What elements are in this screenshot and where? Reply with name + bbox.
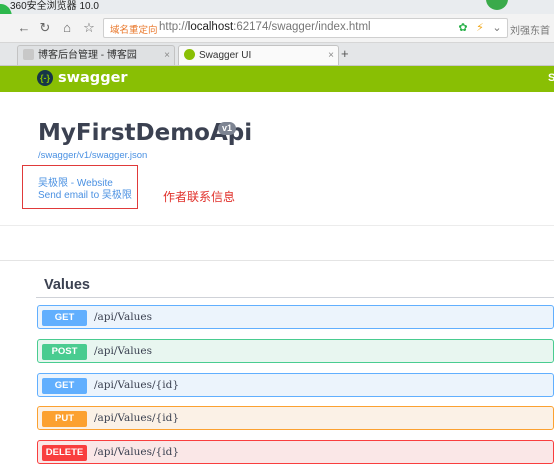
user-name[interactable]: 刘强东首 [510,22,550,37]
swagger-topbar: {-} swagger S [0,66,554,92]
contact-email-link[interactable]: Send email to 吴极限 [38,186,132,201]
home-icon[interactable]: ⌂ [59,20,75,36]
tab-swagger-ui[interactable]: Swagger UI × [178,45,339,65]
method-badge: DELETE [42,445,87,461]
swagger-logo-icon[interactable]: {-} [37,70,53,86]
redirect-tag: 域名重定向 [110,25,158,36]
user-avatar[interactable] [486,0,508,10]
refresh-icon[interactable]: ↻ [37,20,53,36]
cnblogs-icon [23,49,34,60]
method-badge: GET [42,378,87,394]
tab-label: 博客后台管理 - 博客园 [38,50,137,61]
operation-path: /api/Values [94,345,153,357]
url-input[interactable]: 域名重定向 http://localhost:62174/swagger/ind… [103,18,508,38]
operation-delete-value-by-id[interactable]: DELETE /api/Values/{id} [37,440,554,464]
operation-path: /api/Values/{id} [94,379,179,391]
star-icon[interactable]: ☆ [81,20,97,36]
security-shield-icon[interactable]: ✿ [456,21,470,35]
author-contact-annotation: 作者联系信息 [163,190,236,204]
operation-path: /api/Values/{id} [94,412,179,424]
close-icon[interactable]: × [328,46,334,65]
window-titlebar: 360安全浏览器 10.0 [0,0,554,14]
url-scheme: http:// [159,21,188,33]
operation-path: /api/Values/{id} [94,446,179,458]
topbar-edge-text: S [548,72,554,84]
window-title: 360安全浏览器 10.0 [10,1,99,12]
url-text: http://localhost:62174/swagger/index.htm… [159,21,371,33]
address-toolbar: ← ↻ ⌂ ☆ 域名重定向 http://localhost:62174/swa… [0,14,554,43]
url-path: :62174/swagger/index.html [233,21,371,33]
operation-path: /api/Values [94,311,153,323]
spec-url-link[interactable]: /swagger/v1/swagger.json [38,150,147,161]
divider [0,260,554,261]
operation-put-value-by-id[interactable]: PUT /api/Values/{id} [37,406,554,430]
url-host: localhost [187,21,234,33]
section-title[interactable]: Values [44,277,90,293]
tab-blog-admin[interactable]: 博客后台管理 - 博客园 × [17,45,175,65]
version-badge: v1 [218,122,237,135]
method-badge: PUT [42,411,87,427]
arrow-left-icon[interactable]: ← [16,20,32,36]
tab-bar: 博客后台管理 - 博客园 × Swagger UI × + [0,43,554,66]
new-tab-button[interactable]: + [341,46,349,61]
operation-get-value-by-id[interactable]: GET /api/Values/{id} [37,373,554,397]
method-badge: POST [42,344,87,360]
operation-post-values[interactable]: POST /api/Values [37,339,554,363]
chevron-down-icon[interactable]: ⌄ [490,21,504,35]
swagger-brand[interactable]: swagger [58,70,128,86]
contact-highlight-box: 吴极限 - Website Send email to 吴极限 [22,165,138,209]
swagger-icon [184,49,195,60]
operation-get-values[interactable]: GET /api/Values [37,305,554,329]
section-divider [36,297,554,298]
lightning-icon[interactable]: ⚡ [473,21,487,35]
close-icon[interactable]: × [164,46,170,65]
divider [0,225,554,226]
tab-label: Swagger UI [199,50,252,61]
method-badge: GET [42,310,87,326]
